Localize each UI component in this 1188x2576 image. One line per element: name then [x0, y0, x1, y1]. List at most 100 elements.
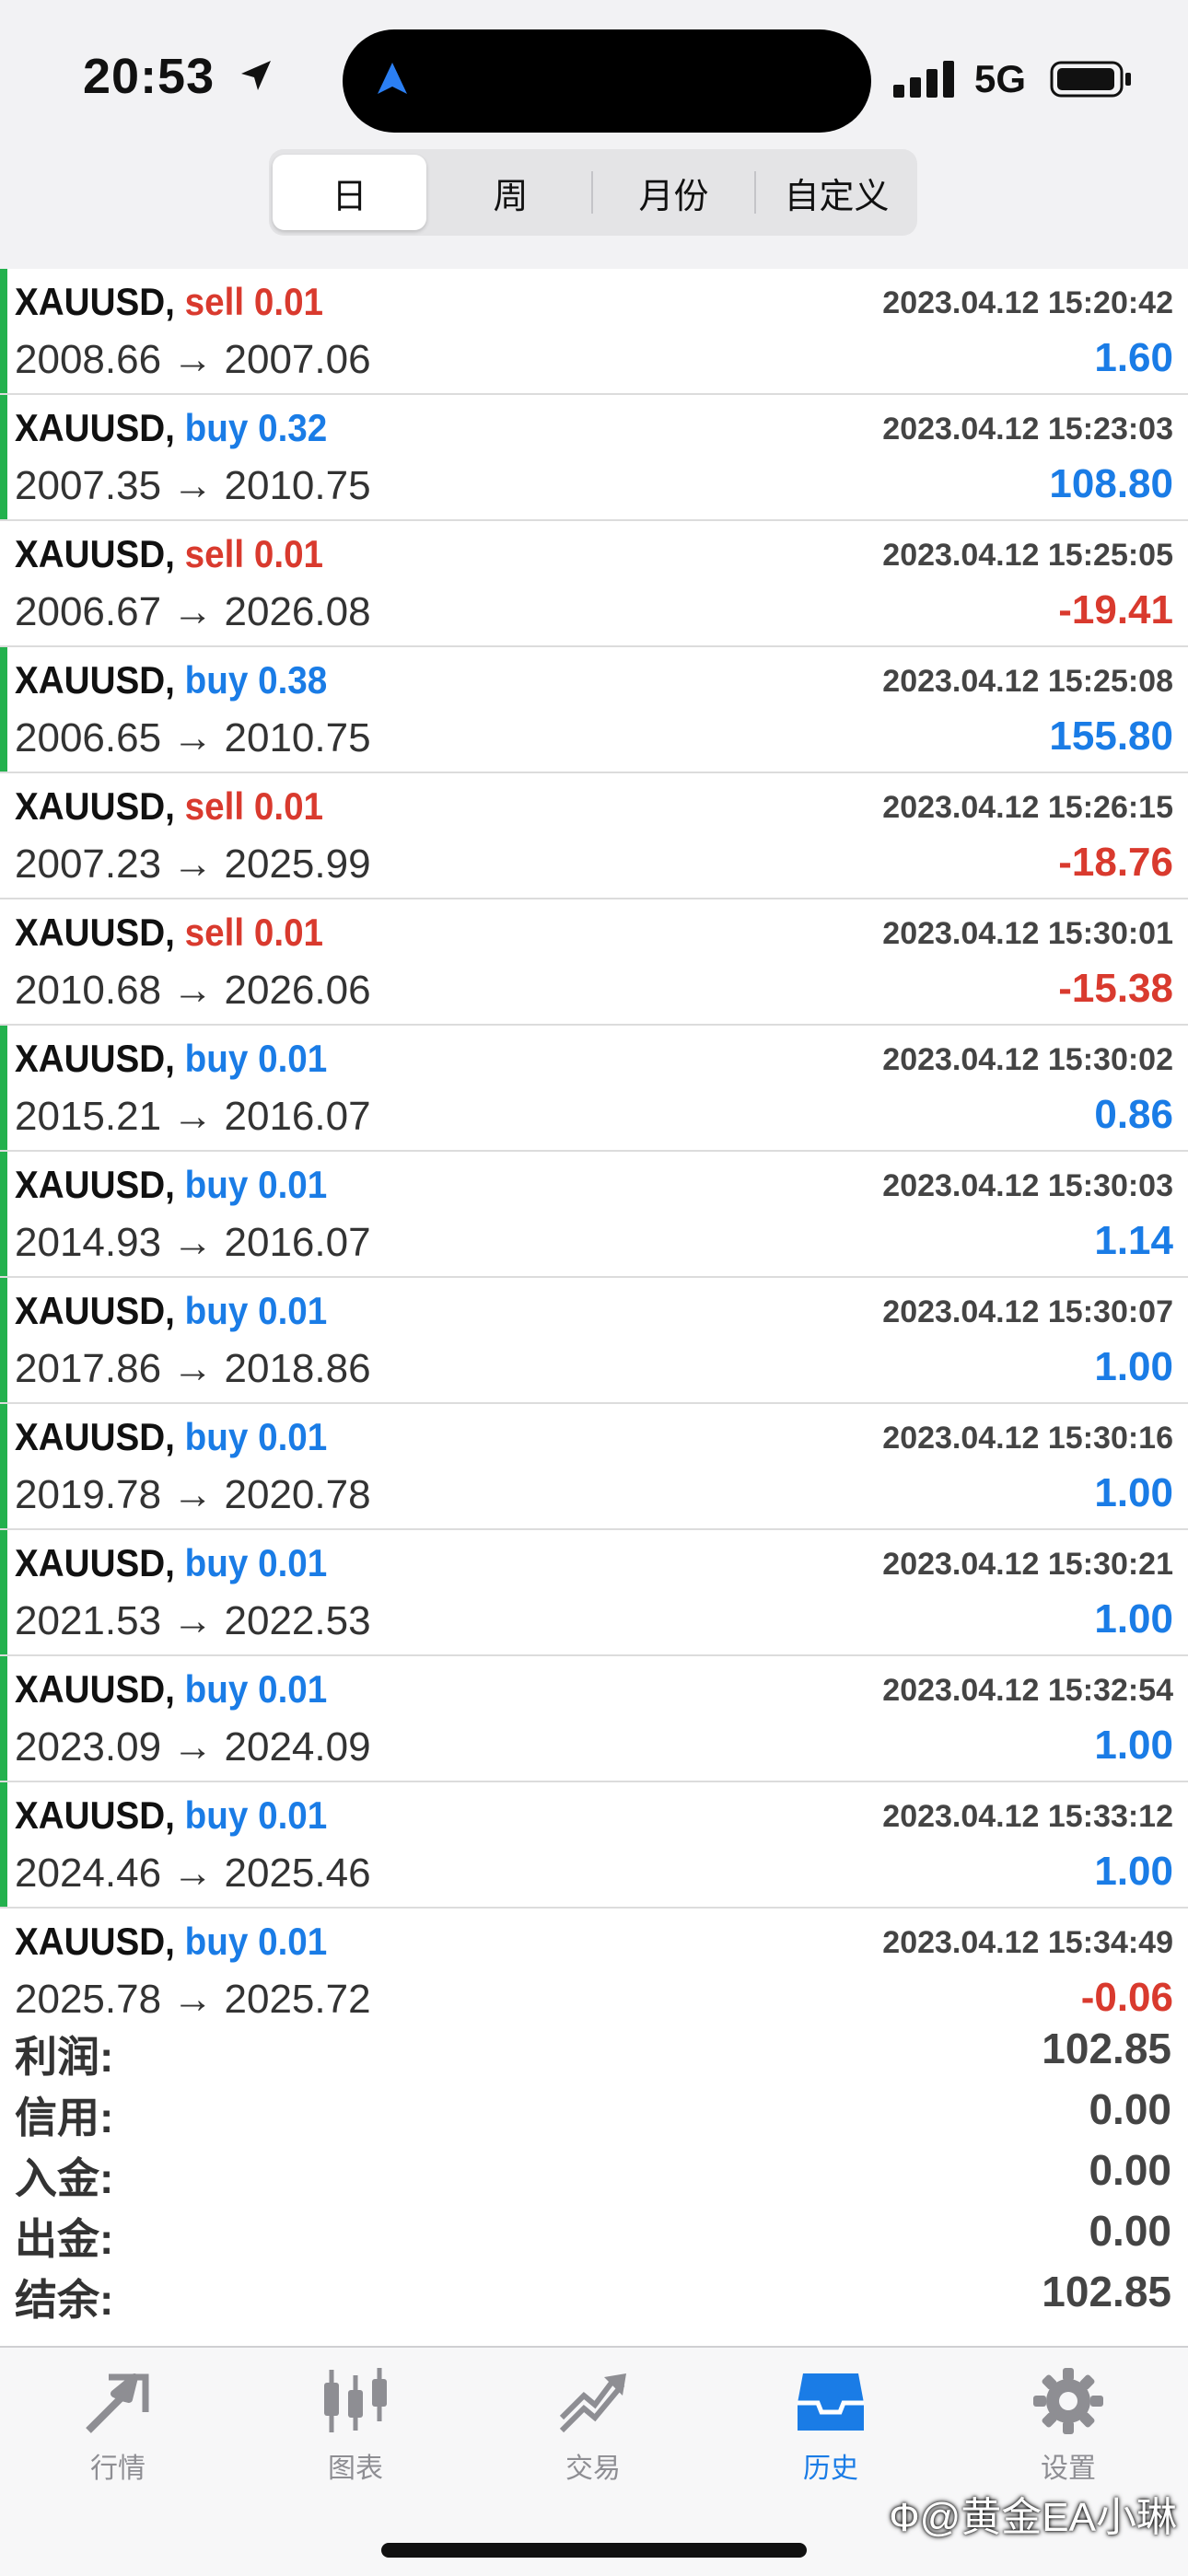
- trade-symbol-line: XAUUSD, sell 0.01: [15, 280, 323, 324]
- trade-row[interactable]: XAUUSD, buy 0.38 2006.65 → 2010.75 2023.04…: [0, 647, 1188, 773]
- trade-datetime: 2023.04.12 15:33:12: [882, 1799, 1173, 1834]
- trade-datetime: 2023.04.12 15:26:15: [882, 790, 1173, 825]
- trade-row[interactable]: XAUUSD, buy 0.01 2015.21 → 2016.07 2023.04…: [0, 1026, 1188, 1152]
- trade-symbol-line: XAUUSD, buy 0.01: [15, 1667, 327, 1712]
- chart-icon: [324, 2368, 387, 2432]
- trade-side: buy: [184, 1163, 249, 1206]
- trade-status-bar: [0, 1782, 7, 1907]
- trade-side: buy: [184, 1793, 249, 1837]
- trade-row[interactable]: XAUUSD, buy 0.32 2007.35 → 2010.75 2023.04…: [0, 395, 1188, 521]
- arrow-right-icon: →: [161, 337, 225, 382]
- close-price: 2025.46: [224, 1851, 371, 1896]
- trade-row[interactable]: XAUUSD, buy 0.01 2017.86 → 2018.86 2023.04…: [0, 1278, 1188, 1404]
- trade-side: sell: [184, 911, 245, 954]
- open-price: 2021.53: [15, 1598, 162, 1643]
- cellular-signal-icon: [893, 61, 954, 98]
- trade-profit: 1.00: [1094, 1723, 1173, 1768]
- trade-row[interactable]: XAUUSD, buy 0.01 2014.93 → 2016.07 2023.04…: [0, 1152, 1188, 1278]
- settings-icon: [1033, 2368, 1103, 2434]
- trade-volume: 0.01: [258, 1667, 328, 1711]
- summary-label: 信用:: [15, 2094, 114, 2141]
- trade-symbol-line: XAUUSD, buy 0.01: [15, 1037, 327, 1081]
- trade-row[interactable]: XAUUSD, buy 0.01 2021.53 → 2022.53 2023.04…: [0, 1530, 1188, 1656]
- segment-week[interactable]: 周: [434, 155, 588, 230]
- close-price: 2022.53: [224, 1598, 371, 1643]
- arrow-right-icon: →: [161, 1598, 225, 1643]
- trade-datetime: 2023.04.12 15:32:54: [882, 1673, 1173, 1708]
- tab-chart[interactable]: 图表: [263, 2366, 448, 2513]
- trade-row[interactable]: XAUUSD, sell 0.01 2006.67 → 2026.08 2023.0…: [0, 521, 1188, 647]
- trade-status-bar: [0, 1909, 7, 2033]
- status-time: 20:53: [83, 49, 215, 104]
- trade-status-bar: [0, 1026, 7, 1150]
- trade-symbol: XAUUSD,: [15, 784, 175, 828]
- trade-symbol: XAUUSD,: [15, 280, 175, 323]
- trade-symbol: XAUUSD,: [15, 1667, 175, 1711]
- trade-prices: 2024.46 → 2025.46: [15, 1851, 371, 1897]
- trade-volume: 0.01: [258, 1920, 328, 1963]
- summary-value: 0.00: [1089, 2085, 1171, 2133]
- tab-label: 设置: [1041, 2454, 1096, 2484]
- trade-profit: -19.41: [1058, 587, 1173, 632]
- trade-row[interactable]: XAUUSD, sell 0.01 2010.68 → 2026.06 2023.0…: [0, 899, 1188, 1026]
- home-indicator[interactable]: [381, 2543, 807, 2558]
- segment-custom[interactable]: 自定义: [760, 155, 914, 230]
- trade-side: buy: [184, 1415, 249, 1458]
- period-segmented-control: 日 周 月份 自定义: [269, 149, 917, 236]
- summary-value: 102.85: [1042, 2025, 1171, 2072]
- trade-symbol-line: XAUUSD, buy 0.01: [15, 1415, 327, 1459]
- trade-datetime: 2023.04.12 15:25:05: [882, 538, 1173, 573]
- open-price: 2017.86: [15, 1346, 162, 1391]
- close-price: 2010.75: [224, 715, 371, 760]
- tab-trade[interactable]: 交易: [501, 2366, 685, 2513]
- arrow-right-icon: →: [161, 1346, 225, 1391]
- arrow-right-icon: →: [161, 841, 225, 887]
- trade-datetime: 2023.04.12 15:23:03: [882, 412, 1173, 447]
- close-price: 2025.99: [224, 841, 371, 887]
- trade-datetime: 2023.04.12 15:30:02: [882, 1042, 1173, 1077]
- open-price: 2008.66: [15, 337, 162, 382]
- trade-row[interactable]: XAUUSD, sell 0.01 2007.23 → 2025.99 2023.0…: [0, 773, 1188, 899]
- trade-side: buy: [184, 1037, 249, 1080]
- arrow-right-icon: →: [161, 589, 225, 634]
- trade-symbol: XAUUSD,: [15, 1541, 175, 1584]
- tab-quotes[interactable]: 行情: [26, 2366, 210, 2513]
- open-price: 2006.67: [15, 589, 162, 634]
- arrow-right-icon: →: [161, 968, 225, 1013]
- close-price: 2024.09: [224, 1724, 371, 1770]
- arrow-right-icon: →: [161, 1220, 225, 1265]
- trade-profit: 1.00: [1094, 1596, 1173, 1642]
- segment-day[interactable]: 日: [273, 155, 426, 230]
- trade-volume: 0.01: [258, 1415, 328, 1458]
- trade-symbol-line: XAUUSD, sell 0.01: [15, 911, 323, 955]
- close-price: 2026.08: [224, 589, 371, 634]
- trade-icon: [559, 2373, 626, 2433]
- trade-symbol-line: XAUUSD, buy 0.01: [15, 1793, 327, 1838]
- trade-symbol: XAUUSD,: [15, 532, 175, 575]
- close-price: 2016.07: [224, 1094, 371, 1139]
- navigation-arrow-icon: [378, 63, 407, 94]
- trade-volume: 0.01: [253, 532, 324, 575]
- tab-label: 图表: [328, 2454, 383, 2484]
- trade-row[interactable]: XAUUSD, buy 0.01 2024.46 → 2025.46 2023.04…: [0, 1782, 1188, 1909]
- trade-prices: 2007.23 → 2025.99: [15, 841, 371, 888]
- summary-value: 0.00: [1089, 2207, 1171, 2255]
- period-selector-bar: 日 周 月份 自定义: [0, 147, 1188, 271]
- trade-row[interactable]: XAUUSD, sell 0.01 2008.66 → 2007.06 2023.0…: [0, 269, 1188, 395]
- trade-profit: 1.00: [1094, 1849, 1173, 1894]
- trade-status-bar: [0, 647, 7, 772]
- trade-row[interactable]: XAUUSD, buy 0.01 2019.78 → 2020.78 2023.04…: [0, 1404, 1188, 1530]
- trade-status-bar: [0, 899, 7, 1024]
- trade-volume: 0.01: [258, 1541, 328, 1584]
- summary-row: 出金: 0.00: [0, 2199, 1188, 2263]
- open-price: 2025.78: [15, 1977, 162, 2022]
- summary-value: 0.00: [1089, 2146, 1171, 2194]
- trade-side: sell: [184, 532, 245, 575]
- segment-month[interactable]: 月份: [597, 155, 751, 230]
- trade-profit: 0.86: [1094, 1092, 1173, 1137]
- trade-row[interactable]: XAUUSD, buy 0.01 2023.09 → 2024.09 2023.04…: [0, 1656, 1188, 1782]
- arrow-right-icon: →: [161, 1977, 225, 2022]
- trade-symbol: XAUUSD,: [15, 1415, 175, 1458]
- trade-profit: 1.00: [1094, 1344, 1173, 1389]
- trade-symbol-line: XAUUSD, buy 0.01: [15, 1541, 327, 1585]
